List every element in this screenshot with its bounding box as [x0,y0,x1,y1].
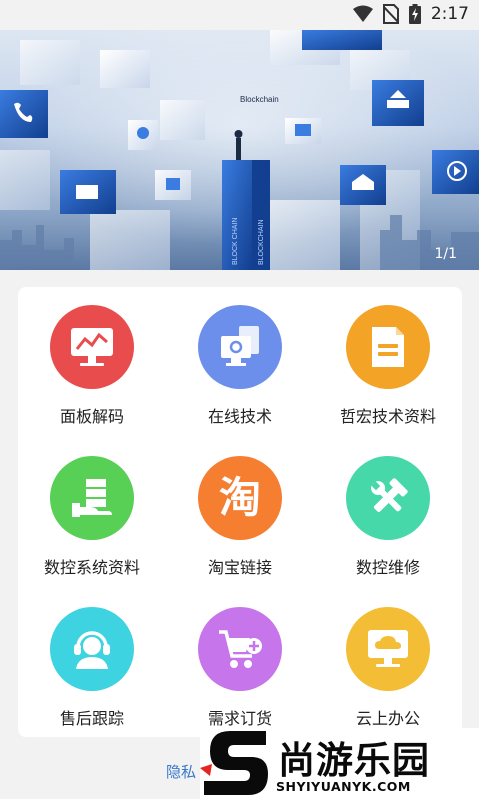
grid-item-panel-decode[interactable]: 面板解码 [18,305,166,427]
grid-item-online-tech[interactable]: 在线技术 [166,305,314,427]
function-grid-card: 面板解码 在线技术 哲宏技术资料 数控系统资料 淘 淘宝链接 数控维修 售后跟踪… [18,287,462,737]
shopping-cart-add-icon [219,630,262,668]
document-icon [372,327,404,367]
grid-item-cnc-system-docs[interactable]: 数控系统资料 [18,456,166,578]
watermark-name: 尚游乐园 [278,739,430,782]
privacy-link[interactable]: 隐私 [166,761,196,782]
zhehong-tech-docs-label: 哲宏技术资料 [339,407,436,426]
after-sales-tracking-button[interactable] [50,607,134,691]
tower-text-1: BLOCK CHAIN [232,218,239,265]
banner-overlay-text: Blockchain [240,95,279,104]
wifi-icon [352,5,373,22]
cnc-system-docs-button[interactable] [50,456,134,540]
grid-item-cnc-repair[interactable]: 数控维修 [314,456,462,578]
grid-item-demand-order[interactable]: 需求订货 [166,607,314,729]
grid-item-cloud-office[interactable]: 云上办公 [314,607,462,729]
grid-item-after-sales-tracking[interactable]: 售后跟踪 [18,607,166,729]
online-tech-button[interactable] [198,305,282,389]
headset-agent-icon [74,631,110,669]
watermark-url: SHYIYUANYK.COM [276,779,411,794]
demand-order-label: 需求订货 [207,709,272,728]
status-time: 2:17 [430,4,469,24]
online-tech-label: 在线技术 [207,407,272,426]
panel-decode-label: 面板解码 [59,407,124,426]
taobao-icon: 淘 [218,473,261,522]
demand-order-button[interactable] [198,607,282,691]
banner-page-indicator: 1/1 [434,246,457,262]
computer-document-icon [221,326,259,366]
banner-image: Blockchain BLOCK CHAIN BLOCKCHAIN [0,30,479,270]
hand-server-icon [72,479,112,517]
grid-item-zhehong-tech-docs[interactable]: 哲宏技术资料 [314,305,462,427]
cnc-repair-button[interactable] [346,456,430,540]
footer: 隐私 尚游乐园 SHYIYUANYK.COM [0,728,479,799]
zhehong-tech-docs-button[interactable] [346,305,430,389]
cloud-office-button[interactable] [346,607,430,691]
cnc-repair-label: 数控维修 [355,558,420,577]
status-bar: 2:17 [0,0,479,30]
banner-carousel[interactable]: Blockchain BLOCK CHAIN BLOCKCHAIN 1/1 [0,30,479,270]
taobao-link-button[interactable]: 淘 [198,456,282,540]
watermark: 尚游乐园 SHYIYUANYK.COM [200,728,479,799]
no-sim-icon [382,4,399,24]
cloud-monitor-icon [368,630,408,667]
battery-charging-icon [408,4,421,24]
taobao-link-label: 淘宝链接 [207,558,272,577]
after-sales-tracking-label: 售后跟踪 [59,709,124,728]
cloud-office-label: 云上办公 [355,709,420,728]
monitor-chart-icon [71,328,113,366]
tower-text-2: BLOCKCHAIN [258,219,265,265]
tools-icon [371,478,408,513]
grid-item-taobao-link[interactable]: 淘 淘宝链接 [166,456,314,578]
panel-decode-button[interactable] [50,305,134,389]
cnc-system-docs-label: 数控系统资料 [43,558,140,577]
